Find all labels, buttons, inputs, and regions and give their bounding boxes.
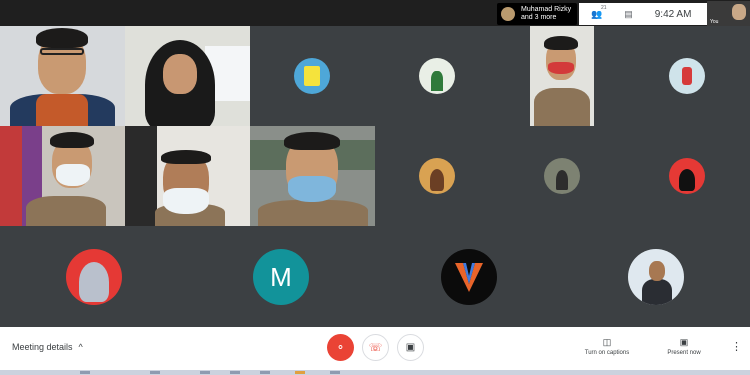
participant-tile-16[interactable] (563, 226, 750, 327)
self-label: You (710, 19, 719, 25)
v-logo-icon (455, 263, 483, 292)
video-camera-icon: ▣ (405, 342, 416, 353)
camera-feed (530, 26, 594, 126)
self-view[interactable]: You (707, 1, 750, 26)
top-bar: Muhamad Rizky and 3 more 👥 21 ▤ 9:42 AM Y… (0, 0, 750, 26)
captions-button[interactable]: ◫ Turn on captions (578, 337, 636, 356)
profile-photo (419, 58, 455, 94)
presenter-more: and 3 more (521, 14, 557, 21)
participant-tile-7[interactable] (0, 126, 125, 226)
profile-photo (544, 158, 580, 194)
presenter-text: Muhamad Rizky and 3 more (521, 6, 571, 22)
captions-label: Turn on captions (584, 350, 630, 356)
more-options-icon[interactable]: ⋮ (731, 340, 742, 353)
participant-tile-2[interactable] (125, 26, 250, 126)
participant-tile-5[interactable] (500, 26, 625, 126)
top-tools: 👥 21 ▤ 9:42 AM (579, 3, 707, 25)
present-now-button[interactable]: ▣ Present now (660, 337, 708, 356)
profile-photo-spongebob (294, 58, 330, 94)
bottom-control-bar: Meeting details ^ ⚬ ☏ ▣ ◫ Turn on captio… (0, 327, 750, 370)
participant-tile-3[interactable] (250, 26, 375, 126)
uniform (258, 200, 368, 226)
captions-icon: ◫ (602, 337, 612, 347)
profile-photo (419, 158, 455, 194)
door (125, 126, 157, 226)
hang-up-icon: ☏ (368, 342, 383, 354)
participant-tile-14[interactable]: M (188, 226, 375, 327)
self-face (732, 4, 746, 20)
participant-tile-15[interactable] (375, 226, 563, 327)
participant-tile-6[interactable] (625, 26, 750, 126)
scarf (36, 94, 88, 126)
hair (161, 150, 211, 164)
glasses (40, 48, 84, 55)
present-screen-icon: ▣ (679, 337, 689, 347)
letter-avatar: M (253, 249, 309, 305)
people-icon[interactable]: 👥 21 (591, 5, 607, 20)
meeting-details-button[interactable]: Meeting details ^ (12, 342, 83, 352)
meet-window: Muhamad Rizky and 3 more 👥 21 ▤ 9:42 AM Y… (0, 0, 750, 375)
profile-photo (669, 58, 705, 94)
hair (284, 132, 340, 150)
presenter-avatar (501, 7, 515, 21)
profile-photo (669, 158, 705, 194)
participant-tile-1[interactable] (0, 26, 125, 126)
clock-time: 9:42 AM (654, 8, 692, 20)
presenter-indicator[interactable]: Muhamad Rizky and 3 more (497, 3, 577, 25)
os-taskbar (0, 370, 750, 375)
face-mask (56, 164, 90, 186)
face-mask (163, 188, 209, 214)
leave-call-button[interactable]: ☏ (362, 334, 389, 361)
profile-photo (66, 249, 122, 305)
meeting-details-label: Meeting details (12, 342, 73, 352)
participant-tile-10[interactable] (375, 126, 500, 226)
face-mask (288, 176, 336, 202)
mic-off-icon: ⚬ (335, 342, 346, 354)
hair (50, 132, 94, 148)
avatar-letter: M (270, 261, 292, 292)
participant-tile-11[interactable] (500, 126, 625, 226)
participant-tile-4[interactable] (375, 26, 500, 126)
chat-icon[interactable]: ▤ (624, 9, 633, 20)
profile-photo-v-logo (441, 249, 497, 305)
participant-tile-9[interactable] (250, 126, 375, 226)
present-label: Present now (667, 350, 701, 356)
participant-tile-13[interactable] (0, 226, 188, 327)
microphone-toggle-button[interactable]: ⚬ (327, 334, 354, 361)
profile-photo (628, 249, 684, 305)
hair (36, 28, 88, 48)
camera-toggle-button[interactable]: ▣ (397, 334, 424, 361)
flag (0, 126, 22, 226)
uniform (26, 196, 106, 226)
participant-tile-8[interactable] (125, 126, 250, 226)
chevron-up-icon: ^ (78, 342, 83, 352)
face (163, 54, 197, 94)
participant-tile-12[interactable] (625, 126, 750, 226)
presenter-name: Muhamad Rizky (521, 6, 572, 13)
participant-count: 21 (601, 4, 607, 11)
